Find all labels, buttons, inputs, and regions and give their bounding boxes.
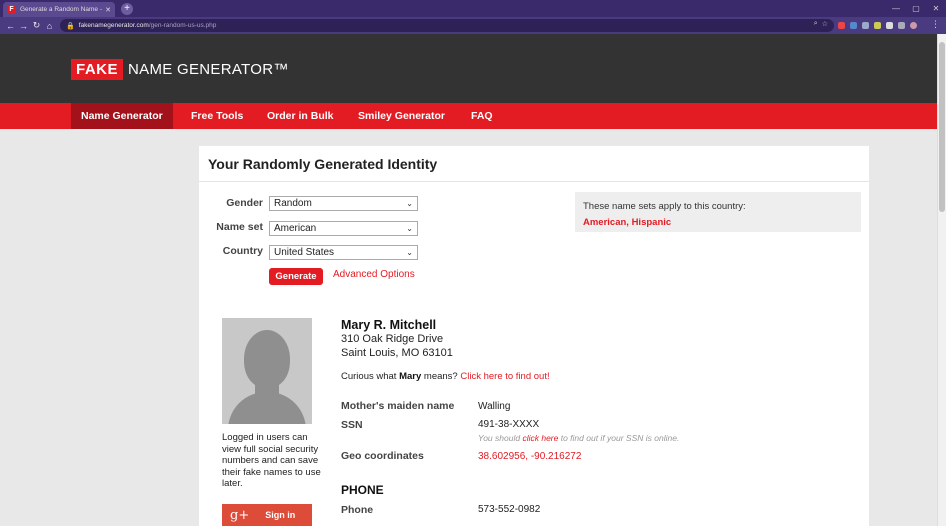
lock-icon: 🔒 xyxy=(66,22,75,30)
tab-title: Generate a Random Name - Fake xyxy=(20,6,103,13)
browser-menu-icon[interactable]: ⋮ xyxy=(931,19,940,30)
ssn-label: SSN xyxy=(341,419,363,431)
site-header: FAKE NAME GENERATOR™ xyxy=(0,34,937,103)
new-tab-icon[interactable]: + xyxy=(121,3,133,15)
curious-mid: means? xyxy=(423,371,458,382)
maximize-icon[interactable]: ▢ xyxy=(906,0,926,17)
extensions-area xyxy=(838,18,917,33)
nameset-label: Name set xyxy=(216,221,263,233)
extension-icon[interactable] xyxy=(862,22,869,29)
curious-prefix: Curious what xyxy=(341,371,397,382)
ssn-note-suffix: to find out if your SSN is online. xyxy=(560,433,680,443)
phone-value: 573-552-0982 xyxy=(478,504,541,515)
site-logo[interactable]: FAKE NAME GENERATOR™ xyxy=(71,59,289,80)
nav-faq[interactable]: FAQ xyxy=(461,103,503,129)
nav-free-tools[interactable]: Free Tools xyxy=(181,103,253,129)
extension-icon[interactable] xyxy=(886,22,893,29)
nav-order-in-bulk[interactable]: Order in Bulk xyxy=(257,103,344,129)
name-meaning-link[interactable]: Click here to find out! xyxy=(460,371,549,382)
minimize-icon[interactable]: — xyxy=(886,0,906,17)
extension-icon[interactable] xyxy=(898,22,905,29)
geo-coordinates-link[interactable]: 38.602956, -90.216272 xyxy=(478,451,581,462)
page-scrollbar[interactable] xyxy=(937,34,946,526)
silhouette-body xyxy=(228,392,306,424)
google-signin-button[interactable]: g+ Sign in xyxy=(222,504,312,526)
curious-line: Curious what Mary means? Click here to f… xyxy=(341,371,550,382)
logo-name-generator: NAME GENERATOR™ xyxy=(128,61,289,78)
address-line-2: Saint Louis, MO 63101 xyxy=(341,347,453,359)
scrollbar-thumb[interactable] xyxy=(939,42,945,212)
chevron-down-icon: ⌄ xyxy=(406,224,413,233)
reload-icon[interactable]: ↻ xyxy=(30,20,43,31)
gender-value: Random xyxy=(274,198,312,209)
phone-section-title: PHONE xyxy=(341,483,384,497)
url-path: /gen-random-us-us.php xyxy=(148,22,217,29)
address-bar[interactable]: 🔒 fakenamegenerator.com /gen-random-us-u… xyxy=(60,19,834,32)
bookmark-star-icon[interactable]: ☆ xyxy=(822,20,828,28)
url-host: fakenamegenerator.com xyxy=(78,22,149,29)
silhouette-icon xyxy=(244,330,290,388)
address-line-1: 310 Oak Ridge Drive xyxy=(341,333,444,345)
close-tab-icon[interactable]: ✕ xyxy=(105,6,111,14)
window-controls: — ▢ ✕ xyxy=(886,0,946,17)
page-title: Your Randomly Generated Identity xyxy=(208,156,438,172)
ssn-note-prefix: You should xyxy=(478,433,521,443)
forward-icon[interactable]: → xyxy=(17,21,30,31)
zoom-icon[interactable]: ⌕ xyxy=(814,20,818,28)
maiden-name-label: Mother's maiden name xyxy=(341,400,455,412)
divider xyxy=(199,181,869,182)
gender-select[interactable]: Random ⌄ xyxy=(269,196,418,211)
extension-icon[interactable] xyxy=(874,22,881,29)
browser-tabstrip: F Generate a Random Name - Fake ✕ + — ▢ … xyxy=(0,0,946,17)
browser-tab[interactable]: F Generate a Random Name - Fake ✕ xyxy=(3,2,115,17)
country-name-sets-link[interactable]: American, Hispanic xyxy=(583,217,671,228)
google-plus-icon: g+ xyxy=(230,507,250,523)
avatar xyxy=(222,318,312,424)
nameset-value: American xyxy=(274,223,317,234)
site-nav: Name Generator Free Tools Order in Bulk … xyxy=(0,103,937,129)
chevron-down-icon: ⌄ xyxy=(406,248,413,257)
gender-label: Gender xyxy=(226,197,263,209)
maiden-name-value: Walling xyxy=(478,401,511,412)
logo-fake: FAKE xyxy=(71,59,124,80)
advanced-options-link[interactable]: Advanced Options xyxy=(333,269,415,280)
curious-first-name: Mary xyxy=(399,371,422,382)
favicon-icon: F xyxy=(7,5,16,14)
ssn-note: You should click here to find out if you… xyxy=(478,433,679,443)
back-icon[interactable]: ← xyxy=(4,21,17,31)
profile-avatar-icon[interactable] xyxy=(910,22,917,29)
extension-icon[interactable] xyxy=(838,22,845,29)
country-info-text: These name sets apply to this country: xyxy=(583,201,746,212)
identity-panel: Your Randomly Generated Identity Gender … xyxy=(199,146,869,526)
nameset-select[interactable]: American ⌄ xyxy=(269,221,418,236)
nav-name-generator[interactable]: Name Generator xyxy=(71,103,173,129)
browser-toolbar: ← → ↻ ⌂ 🔒 fakenamegenerator.com /gen-ran… xyxy=(0,17,946,34)
identity-name: Mary R. Mitchell xyxy=(341,318,437,332)
country-select[interactable]: United States ⌄ xyxy=(269,245,418,260)
country-label: Country xyxy=(222,245,263,257)
extension-icon[interactable] xyxy=(850,22,857,29)
ssn-value: 491-38-XXXX xyxy=(478,419,540,430)
nav-smiley-generator[interactable]: Smiley Generator xyxy=(348,103,455,129)
close-window-icon[interactable]: ✕ xyxy=(926,0,946,17)
home-icon[interactable]: ⌂ xyxy=(43,21,56,31)
ssn-check-link[interactable]: click here xyxy=(522,433,558,443)
country-info-box: These name sets apply to this country: A… xyxy=(575,192,861,232)
logged-in-info: Logged in users can view full social sec… xyxy=(222,432,321,489)
generate-button[interactable]: Generate xyxy=(269,268,323,285)
signin-label: Sign in xyxy=(265,510,296,520)
country-value: United States xyxy=(274,247,335,258)
chevron-down-icon: ⌄ xyxy=(406,199,413,208)
phone-label: Phone xyxy=(341,504,374,516)
geo-label: Geo coordinates xyxy=(341,450,424,462)
